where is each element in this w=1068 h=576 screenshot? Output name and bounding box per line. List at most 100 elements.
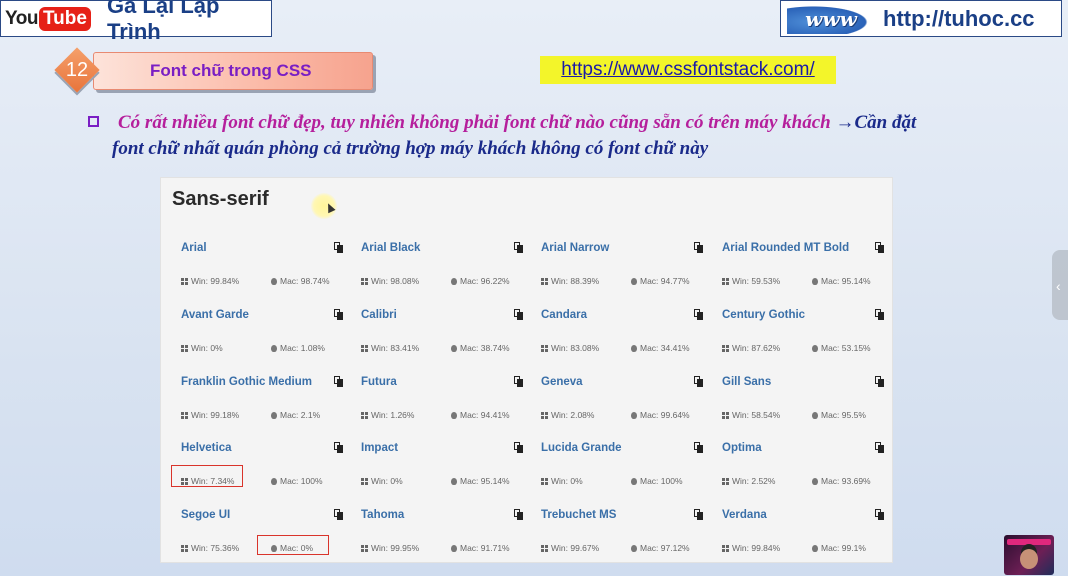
mac-stat: Mac: 97.12% [631,543,690,553]
lesson-number-diamond: 12 [55,48,99,92]
copy-icon[interactable] [875,309,884,320]
font-name-link[interactable]: Franklin Gothic Medium [181,376,312,388]
site-url-box: www http://tuhoc.cc [780,0,1062,37]
apple-icon [812,411,818,419]
font-card: Arial Rounded MT Bold Win: 59.53% Mac: 95.… [702,236,884,296]
apple-icon [451,411,457,419]
apple-icon [631,277,637,285]
win-stat: Win: 1.26% [361,410,414,420]
win-percent: Win: 99.84% [191,276,240,286]
font-card: Century Gothic Win: 87.62% Mac: 53.15% [702,303,884,363]
cssfontstack-link-box[interactable]: https://www.cssfontstack.com/ [540,56,836,84]
font-name-link[interactable]: Gill Sans [722,376,771,388]
windows-icon [181,411,188,419]
windows-icon [361,344,368,352]
apple-icon [812,544,818,552]
windows-icon [722,477,729,485]
font-name-link[interactable]: Tahoma [361,509,404,521]
cssfontstack-link[interactable]: https://www.cssfontstack.com/ [561,59,814,81]
mac-stat: Mac: 94.41% [451,410,510,420]
mac-percent: Mac: 99.64% [640,410,690,420]
checkbox-bullet-icon [88,116,99,127]
font-card: Calibri Win: 83.41% Mac: 38.74% [341,303,523,363]
mac-stat: Mac: 99.1% [812,543,866,553]
win-percent: Win: 98.08% [371,276,420,286]
font-name-link[interactable]: Segoe UI [181,509,230,521]
font-name-link[interactable]: Impact [361,442,398,454]
windows-icon [181,344,188,352]
win-percent: Win: 58.54% [732,410,781,420]
copy-icon[interactable] [875,376,884,387]
font-card: Arial Win: 99.84% Mac: 98.74% [161,236,343,296]
apple-icon [451,477,457,485]
font-name-link[interactable]: Candara [541,309,587,321]
apple-icon [812,477,818,485]
font-name-link[interactable]: Arial Narrow [541,242,609,254]
chevron-left-icon[interactable]: ‹ [1056,278,1061,294]
windows-icon [361,411,368,419]
win-stat: Win: 88.39% [541,276,599,286]
win-stat: Win: 83.41% [361,343,419,353]
mac-percent: Mac: 99.1% [821,543,866,553]
win-stat: Win: 83.08% [541,343,599,353]
mac-stat: Mac: 96.22% [451,276,510,286]
windows-icon [722,277,729,285]
mac-stat: Mac: 53.15% [812,343,871,353]
win-stat: Win: 99.18% [181,410,239,420]
win-percent: Win: 75.36% [191,543,240,553]
win-stat: Win: 99.67% [541,543,599,553]
font-name-link[interactable]: Verdana [722,509,767,521]
copy-icon[interactable] [875,509,884,520]
apple-icon [271,411,277,419]
apple-icon [631,344,637,352]
youtube-logo-you: You [5,7,38,29]
font-name-link[interactable]: Geneva [541,376,583,388]
mac-stat: Mac: 100% [631,476,683,486]
lesson-number: 12 [65,58,89,81]
mac-percent: Mac: 97.12% [640,543,690,553]
font-name-link[interactable]: Calibri [361,309,397,321]
font-name-link[interactable]: Arial Rounded MT Bold [722,242,849,254]
font-name-link[interactable]: Arial [181,242,207,254]
win-stat: Win: 0% [361,476,403,486]
windows-icon [361,544,368,552]
mac-stat: Mac: 34.41% [631,343,690,353]
font-name-link[interactable]: Avant Garde [181,309,249,321]
font-card: Verdana Win: 99.84% Mac: 99.1% [702,503,884,563]
win-stat: Win: 58.54% [722,410,780,420]
avatar-face [1020,549,1038,569]
font-card: Arial Narrow Win: 88.39% Mac: 94.77% [521,236,703,296]
win-stat: Win: 98.08% [361,276,419,286]
font-name-link[interactable]: Helvetica [181,442,232,454]
font-card: Tahoma Win: 99.95% Mac: 91.71% [341,503,523,563]
mac-percent: Mac: 53.15% [821,343,871,353]
apple-icon [631,544,637,552]
mac-stat: Mac: 95.14% [451,476,510,486]
www-logo-text: www [805,6,857,31]
win-percent: Win: 83.41% [371,343,420,353]
arrow-right-icon: → [835,112,855,133]
font-name-link[interactable]: Arial Black [361,242,420,254]
copy-icon[interactable] [875,442,884,453]
font-name-link[interactable]: Century Gothic [722,309,805,321]
windows-icon [361,477,368,485]
windows-icon [541,344,548,352]
copy-icon[interactable] [875,242,884,253]
font-name-link[interactable]: Lucida Grande [541,442,622,454]
mac-percent: Mac: 98.74% [280,276,330,286]
font-name-link[interactable]: Trebuchet MS [541,509,616,521]
win-percent: Win: 2.52% [732,476,776,486]
mac-stat: Mac: 94.77% [631,276,690,286]
win-stat: Win: 99.84% [722,543,780,553]
font-name-link[interactable]: Optima [722,442,762,454]
mac-percent: Mac: 100% [640,476,683,486]
font-name-link[interactable]: Futura [361,376,397,388]
win-percent: Win: 0% [191,343,223,353]
win-percent: Win: 0% [371,476,403,486]
bullet-line-2: font chữ nhất quán phòng cả trường hợp m… [112,138,709,159]
channel-avatar[interactable] [1004,535,1054,575]
windows-icon [722,344,729,352]
font-card: Lucida Grande Win: 0% Mac: 100% [521,436,703,496]
font-card: Gill Sans Win: 58.54% Mac: 95.5% [702,370,884,430]
win-stat: Win: 59.53% [722,276,780,286]
